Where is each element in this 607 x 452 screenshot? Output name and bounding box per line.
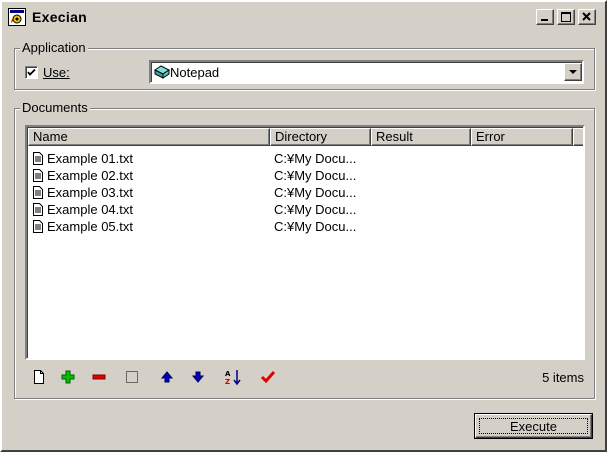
execute-label: Execute — [510, 419, 557, 434]
file-name: Example 05.txt — [47, 219, 133, 234]
file-name: Example 01.txt — [47, 151, 133, 166]
chevron-down-icon — [569, 70, 577, 74]
file-name: Example 03.txt — [47, 185, 133, 200]
execute-button[interactable]: Execute — [474, 413, 593, 439]
check-mark-icon — [27, 68, 36, 76]
select-button[interactable] — [123, 368, 141, 386]
remove-icon — [92, 374, 106, 380]
file-name: Example 02.txt — [47, 168, 133, 183]
select-icon — [126, 371, 138, 383]
sort-az-icon: A Z — [225, 370, 241, 386]
file-name: Example 04.txt — [47, 202, 133, 217]
file-directory: C:¥My Docu... — [274, 168, 357, 183]
remove-button[interactable] — [90, 368, 108, 386]
minimize-icon — [541, 19, 548, 21]
text-file-icon — [32, 186, 44, 203]
selected-application: Notepad — [170, 65, 220, 80]
text-file-icon — [32, 220, 44, 237]
file-directory: C:¥My Docu... — [274, 151, 357, 166]
column-header-name[interactable]: Name — [28, 128, 270, 146]
maximize-icon — [561, 12, 571, 22]
use-checkbox[interactable] — [25, 66, 38, 79]
move-up-button[interactable] — [158, 368, 176, 386]
move-down-icon — [191, 371, 205, 383]
minimize-button[interactable] — [536, 9, 554, 25]
column-header-error[interactable]: Error — [471, 128, 573, 146]
check-button[interactable] — [259, 368, 277, 386]
maximize-button[interactable] — [557, 9, 575, 25]
check-icon — [260, 371, 276, 384]
dropdown-button[interactable] — [564, 63, 582, 81]
documents-group-label: Documents — [20, 100, 90, 115]
new-button[interactable] — [30, 368, 48, 386]
text-file-icon — [32, 203, 44, 220]
add-icon — [61, 370, 75, 384]
title-bar[interactable]: Execian — [4, 4, 603, 30]
file-directory: C:¥My Docu... — [274, 219, 357, 234]
add-button[interactable] — [59, 368, 77, 386]
column-header-result[interactable]: Result — [371, 128, 471, 146]
column-header-directory[interactable]: Directory — [270, 128, 371, 146]
close-icon — [582, 12, 591, 21]
main-window: Execian Application Use: Notepad Documen… — [0, 0, 607, 452]
text-file-icon — [32, 169, 44, 186]
move-down-button[interactable] — [189, 368, 207, 386]
close-button[interactable] — [578, 9, 596, 25]
documents-list[interactable]: Name Directory Result Error Example 01.t… — [25, 125, 585, 360]
application-select[interactable]: Notepad — [149, 60, 584, 84]
notepad-icon — [154, 64, 170, 83]
window-title: Execian — [32, 9, 88, 25]
sort-button[interactable]: A Z — [224, 368, 242, 386]
file-directory: C:¥My Docu... — [274, 202, 357, 217]
item-count: 5 items — [542, 370, 584, 385]
svg-text:A: A — [225, 370, 231, 378]
new-icon — [34, 370, 44, 384]
app-icon — [8, 8, 26, 26]
column-header-filler — [573, 128, 583, 146]
use-label: Use: — [43, 65, 70, 80]
svg-text:Z: Z — [225, 378, 230, 386]
move-up-icon — [160, 371, 174, 383]
file-directory: C:¥My Docu... — [274, 185, 357, 200]
text-file-icon — [32, 152, 44, 169]
application-group-label: Application — [20, 40, 88, 55]
